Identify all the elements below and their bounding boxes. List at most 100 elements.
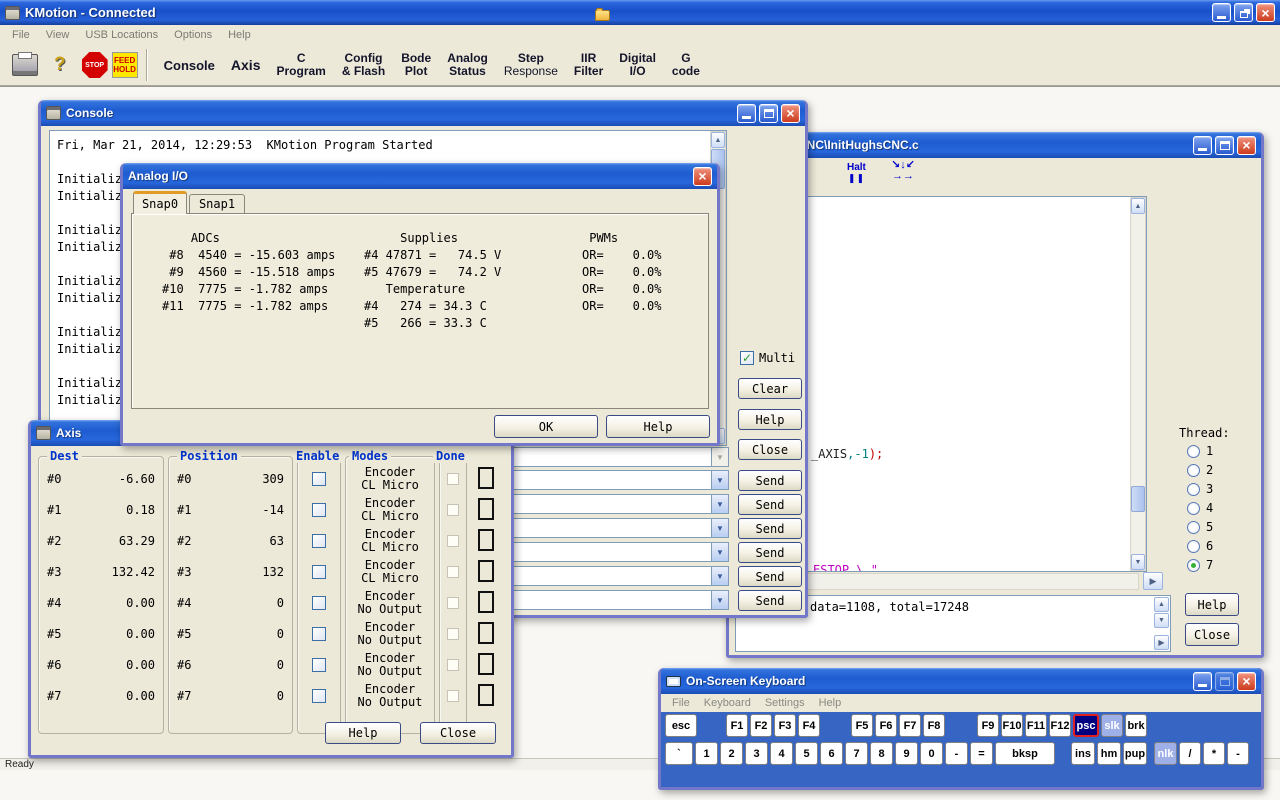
ok-button[interactable]: OK bbox=[494, 415, 598, 438]
toolbar-console-button[interactable]: Console bbox=[156, 57, 223, 74]
multi-checkbox[interactable]: ✓ bbox=[740, 351, 754, 365]
thread-radio-5[interactable] bbox=[1187, 521, 1200, 534]
print-icon[interactable] bbox=[12, 54, 38, 76]
key-minus[interactable]: - bbox=[945, 742, 968, 765]
key-2[interactable]: 2 bbox=[720, 742, 743, 765]
toolbar-step-response-button[interactable]: StepResponse bbox=[496, 50, 566, 80]
chevron-down-icon[interactable]: ▼ bbox=[711, 567, 728, 585]
minimize-button[interactable] bbox=[737, 104, 756, 123]
minimize-button[interactable] bbox=[1212, 3, 1231, 22]
key-f4[interactable]: F4 bbox=[798, 714, 820, 737]
close-button[interactable]: × bbox=[1237, 136, 1256, 155]
maximize-button[interactable] bbox=[1215, 136, 1234, 155]
scroll-up-icon[interactable]: ▲ bbox=[1131, 198, 1145, 214]
help-button[interactable]: Help bbox=[325, 722, 401, 744]
key-9[interactable]: 9 bbox=[895, 742, 918, 765]
enable-checkbox[interactable] bbox=[312, 534, 326, 548]
enable-checkbox[interactable] bbox=[312, 689, 326, 703]
toolbar-analog-status-button[interactable]: AnalogStatus bbox=[439, 50, 496, 80]
stop-icon[interactable]: STOP bbox=[82, 52, 108, 78]
key-nlk[interactable]: nlk bbox=[1154, 742, 1177, 765]
key-0[interactable]: 0 bbox=[920, 742, 943, 765]
key-f6[interactable]: F6 bbox=[875, 714, 897, 737]
send-button[interactable]: Send bbox=[738, 494, 802, 515]
enable-checkbox[interactable] bbox=[312, 565, 326, 579]
close-button[interactable]: Close bbox=[738, 439, 802, 460]
key-8[interactable]: 8 bbox=[870, 742, 893, 765]
key-star[interactable]: * bbox=[1203, 742, 1225, 765]
toolbar-c-program-button[interactable]: CProgram bbox=[268, 50, 333, 80]
chevron-down-icon[interactable]: ▼ bbox=[711, 519, 728, 537]
scroll-thumb[interactable] bbox=[1131, 486, 1145, 512]
toolbar-iir-filter-button[interactable]: IIRFilter bbox=[566, 50, 611, 80]
zero-box[interactable] bbox=[478, 684, 494, 706]
key-4[interactable]: 4 bbox=[770, 742, 793, 765]
toolbar-axis-button[interactable]: Axis bbox=[223, 57, 269, 74]
thread-radio-6[interactable] bbox=[1187, 540, 1200, 553]
close-button[interactable]: × bbox=[1256, 3, 1275, 22]
send-button[interactable]: Send bbox=[738, 566, 802, 587]
zero-box[interactable] bbox=[478, 591, 494, 613]
enable-checkbox[interactable] bbox=[312, 503, 326, 517]
help-icon[interactable]: ? bbox=[54, 54, 66, 76]
key-slk[interactable]: slk bbox=[1101, 714, 1123, 737]
menu-file[interactable]: File bbox=[6, 27, 36, 43]
key-1[interactable]: 1 bbox=[695, 742, 718, 765]
close-button[interactable]: × bbox=[781, 104, 800, 123]
key-f10[interactable]: F10 bbox=[1001, 714, 1023, 737]
key-numminus[interactable]: - bbox=[1227, 742, 1249, 765]
editor-vscrollbar[interactable]: ▲ ▼ bbox=[1130, 197, 1146, 571]
enable-checkbox[interactable] bbox=[312, 627, 326, 641]
scroll-down-icon[interactable]: ▼ bbox=[1131, 554, 1145, 570]
close-button[interactable]: Close bbox=[420, 722, 496, 744]
zero-box[interactable] bbox=[478, 529, 494, 551]
zero-box[interactable] bbox=[478, 622, 494, 644]
chevron-down-icon[interactable]: ▼ bbox=[711, 543, 728, 561]
minimize-button[interactable] bbox=[1193, 136, 1212, 155]
chevron-down-icon[interactable]: ▼ bbox=[711, 591, 728, 609]
key-f7[interactable]: F7 bbox=[899, 714, 921, 737]
osk-menu-settings[interactable]: Settings bbox=[760, 697, 810, 709]
thread-radio-3[interactable] bbox=[1187, 483, 1200, 496]
chevron-down-icon[interactable]: ▼ bbox=[711, 495, 728, 513]
zero-box[interactable] bbox=[478, 653, 494, 675]
key-brk[interactable]: brk bbox=[1125, 714, 1147, 737]
thread-radio-7-selected[interactable] bbox=[1187, 559, 1200, 572]
key-psc-active[interactable]: psc bbox=[1073, 714, 1099, 737]
thread-radio-1[interactable] bbox=[1187, 445, 1200, 458]
key-slash[interactable]: / bbox=[1179, 742, 1201, 765]
toolbar-g-code-button[interactable]: Gcode bbox=[664, 50, 708, 80]
toolbar-digital-io-button[interactable]: DigitalI/O bbox=[611, 50, 664, 80]
chevron-down-icon[interactable]: ▼ bbox=[711, 471, 728, 489]
enable-checkbox[interactable] bbox=[312, 658, 326, 672]
maximize-button[interactable] bbox=[759, 104, 778, 123]
key-f11[interactable]: F11 bbox=[1025, 714, 1047, 737]
thread-radio-2[interactable] bbox=[1187, 464, 1200, 477]
scroll-right-icon[interactable]: ▶ bbox=[1154, 635, 1169, 650]
enable-checkbox[interactable] bbox=[312, 596, 326, 610]
key-backtick[interactable]: ` bbox=[665, 742, 693, 765]
scroll-down-icon[interactable]: ▼ bbox=[1154, 613, 1169, 628]
key-f3[interactable]: F3 bbox=[774, 714, 796, 737]
halt-icon[interactable]: Halt❚❚ bbox=[847, 162, 866, 184]
enable-checkbox[interactable] bbox=[312, 472, 326, 486]
key-f8[interactable]: F8 bbox=[923, 714, 945, 737]
key-f2[interactable]: F2 bbox=[750, 714, 772, 737]
toolbar-config-flash-button[interactable]: Config& Flash bbox=[334, 50, 393, 80]
tab-snap0[interactable]: Snap0 bbox=[133, 191, 187, 214]
scroll-up-icon[interactable]: ▲ bbox=[711, 132, 725, 148]
close-button[interactable]: × bbox=[693, 167, 712, 186]
feedhold-icon[interactable]: FEEDHOLD bbox=[112, 52, 138, 78]
step-arrows-icon[interactable]: ↘↓↙→→ bbox=[891, 160, 915, 182]
restore-button[interactable] bbox=[1234, 3, 1253, 22]
zero-box[interactable] bbox=[478, 560, 494, 582]
send-button[interactable]: Send bbox=[738, 518, 802, 539]
key-f1[interactable]: F1 bbox=[726, 714, 748, 737]
scroll-right-icon[interactable]: ▶ bbox=[1143, 572, 1163, 590]
tab-snap1[interactable]: Snap1 bbox=[189, 194, 245, 214]
menu-help[interactable]: Help bbox=[222, 27, 257, 43]
osk-menu-file[interactable]: File bbox=[667, 697, 695, 709]
send-button[interactable]: Send bbox=[738, 590, 802, 611]
key-pup[interactable]: pup bbox=[1123, 742, 1147, 765]
close-button[interactable]: Close bbox=[1185, 623, 1239, 646]
